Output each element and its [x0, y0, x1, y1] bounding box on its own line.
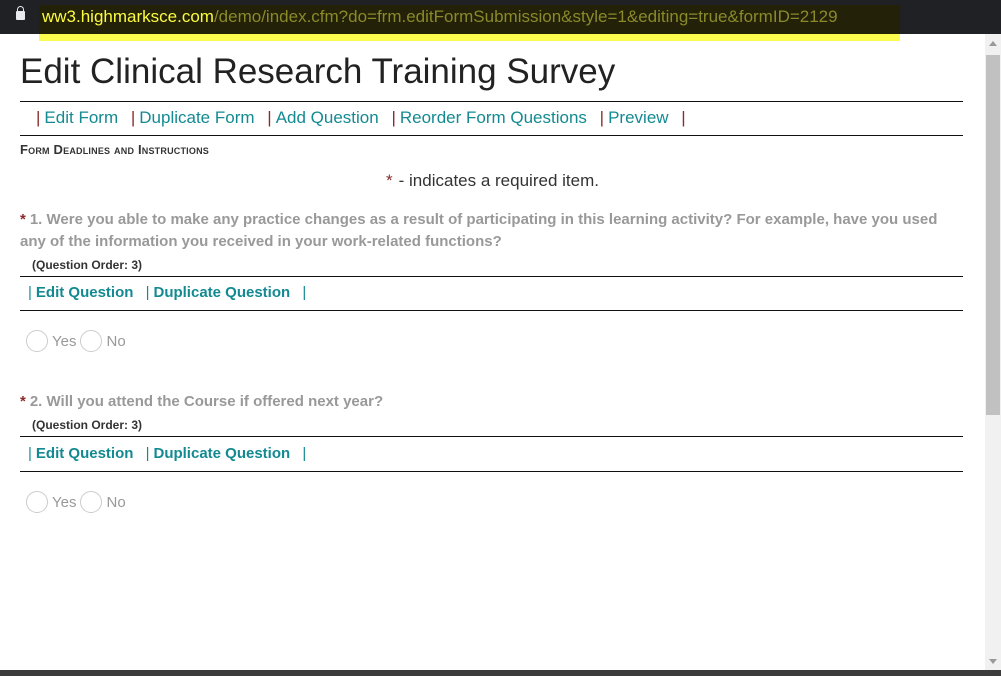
edit-form-link[interactable]: Edit Form: [44, 108, 118, 127]
scroll-up-icon[interactable]: [989, 41, 997, 46]
preview-link[interactable]: Preview: [608, 108, 668, 127]
url-field[interactable]: ww3.highmarksce.com/demo/index.cfm?do=fr…: [39, 5, 900, 41]
radio-yes[interactable]: [26, 491, 48, 513]
url-domain: ww3.highmarksce.com: [42, 7, 214, 26]
reorder-questions-link[interactable]: Reorder Form Questions: [400, 108, 587, 127]
lock-icon: [16, 6, 25, 20]
question-1-options: Yes No: [26, 330, 130, 352]
radio-no[interactable]: [80, 330, 103, 352]
scrollbar-thumb[interactable]: [986, 55, 1000, 415]
duplicate-question-link[interactable]: Duplicate Question: [153, 445, 290, 462]
question-order: (Question Order: 3): [32, 418, 143, 432]
question-2: * 2. Will you attend the Course if offere…: [20, 393, 384, 410]
edit-question-link[interactable]: Edit Question: [36, 284, 134, 301]
url-path: /demo/index.cfm?do=frm.editFormSubmissio…: [213, 7, 838, 26]
bottom-bar: [0, 670, 1001, 676]
scroll-down-icon[interactable]: [989, 659, 997, 664]
radio-yes[interactable]: [26, 330, 48, 352]
required-note: * - indicates a required item.: [386, 171, 599, 190]
page-title: Edit Clinical Research Training Survey: [20, 52, 616, 91]
divider: [20, 276, 963, 277]
duplicate-question-link[interactable]: Duplicate Question: [153, 284, 290, 301]
divider: [20, 135, 963, 136]
form-nav: | Edit Form | Duplicate Form | Add Question…: [36, 108, 686, 127]
add-question-link[interactable]: Add Question: [276, 108, 379, 127]
divider: [20, 101, 963, 102]
required-star: *: [386, 171, 393, 190]
question-1: * 1. Were you able to make any practice c…: [20, 211, 938, 250]
edit-question-link[interactable]: Edit Question: [36, 445, 134, 462]
divider: [20, 310, 963, 311]
vertical-scrollbar[interactable]: [985, 34, 1001, 670]
question-1-actions: | Edit Question | Duplicate Question |: [28, 284, 307, 301]
question-2-actions: | Edit Question | Duplicate Question |: [28, 445, 307, 462]
divider: [20, 436, 963, 437]
duplicate-form-link[interactable]: Duplicate Form: [139, 108, 254, 127]
radio-no[interactable]: [80, 491, 103, 513]
divider: [20, 471, 963, 472]
question-2-options: Yes No: [26, 491, 130, 513]
section-title: Form Deadlines and Instructions: [20, 142, 209, 157]
question-order: (Question Order: 3): [32, 258, 143, 272]
